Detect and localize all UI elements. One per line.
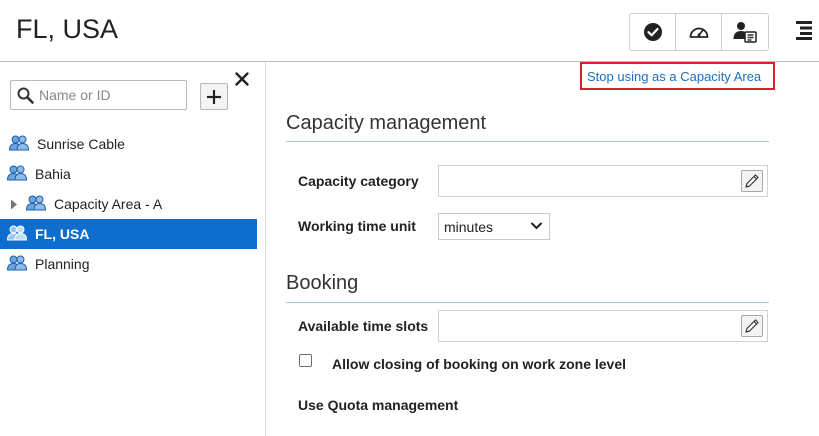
close-button[interactable] — [234, 71, 252, 89]
plus-icon — [207, 89, 221, 104]
expand-arrow-icon[interactable] — [10, 199, 18, 210]
search-box — [10, 80, 187, 110]
stop-link-highlight: Stop using as a Capacity Area — [580, 62, 775, 90]
dashboard-button[interactable] — [676, 14, 722, 50]
use-quota-management-label: Use Quota management — [298, 397, 459, 413]
tree-item-planning[interactable]: Planning — [0, 249, 257, 279]
user-group-icon — [7, 255, 27, 271]
user-settings-icon — [733, 22, 757, 43]
tree-item-fl-usa[interactable]: FL, USA — [0, 219, 257, 249]
resource-tree: Sunrise Cable Bahia Capacity Area - A FL… — [0, 129, 257, 279]
main-panel: Stop using as a Capacity Area Capacity m… — [266, 62, 819, 436]
user-group-icon — [7, 165, 27, 181]
speedometer-icon — [689, 27, 708, 38]
check-button[interactable] — [630, 14, 676, 50]
tree-item-sunrise-cable[interactable]: Sunrise Cable — [0, 129, 257, 159]
close-icon — [235, 72, 249, 86]
hamburger-menu-button[interactable] — [794, 20, 814, 42]
working-time-unit-select[interactable]: minutes — [438, 213, 550, 240]
stop-using-capacity-area-link[interactable]: Stop using as a Capacity Area — [587, 69, 761, 84]
pencil-icon — [745, 174, 759, 188]
section-divider — [286, 302, 769, 303]
working-time-unit-value: minutes — [444, 219, 494, 235]
tree-item-label: FL, USA — [35, 226, 90, 242]
check-circle-icon — [643, 23, 662, 41]
page-title: FL, USA — [16, 14, 119, 44]
available-time-slots-field[interactable] — [438, 310, 768, 342]
capacity-category-field[interactable] — [438, 165, 768, 197]
capacity-category-edit-button[interactable] — [741, 170, 763, 192]
tree-item-capacity-area-a[interactable]: Capacity Area - A — [0, 189, 257, 219]
working-time-unit-label: Working time unit — [298, 218, 416, 234]
tree-item-bahia[interactable]: Bahia — [0, 159, 257, 189]
toolbar — [629, 13, 769, 51]
section-divider — [286, 141, 769, 142]
user-settings-button[interactable] — [722, 14, 768, 50]
booking-section-title: Booking — [286, 272, 359, 294]
capacity-section-title: Capacity management — [286, 112, 487, 134]
user-group-icon — [9, 135, 29, 151]
available-time-slots-label: Available time slots — [298, 318, 429, 334]
add-button[interactable] — [200, 83, 228, 110]
tree-item-label: Planning — [35, 256, 90, 272]
hamburger-menu-icon — [796, 21, 812, 40]
search-icon — [17, 87, 34, 104]
tree-item-label: Bahia — [35, 166, 71, 182]
search-input[interactable] — [39, 85, 184, 105]
header: FL, USA — [0, 0, 819, 62]
pencil-icon — [745, 319, 759, 333]
allow-closing-label: Allow closing of booking on work zone le… — [332, 356, 627, 372]
user-group-icon — [26, 195, 46, 211]
chevron-down-icon — [531, 222, 542, 229]
available-time-slots-edit-button[interactable] — [741, 315, 763, 337]
capacity-category-label: Capacity category — [298, 173, 419, 189]
allow-closing-checkbox[interactable] — [299, 354, 312, 367]
tree-item-label: Sunrise Cable — [37, 136, 125, 152]
sidebar: Sunrise Cable Bahia Capacity Area - A — [0, 62, 266, 436]
tree-item-label: Capacity Area - A — [54, 196, 163, 212]
user-group-icon — [7, 225, 27, 241]
